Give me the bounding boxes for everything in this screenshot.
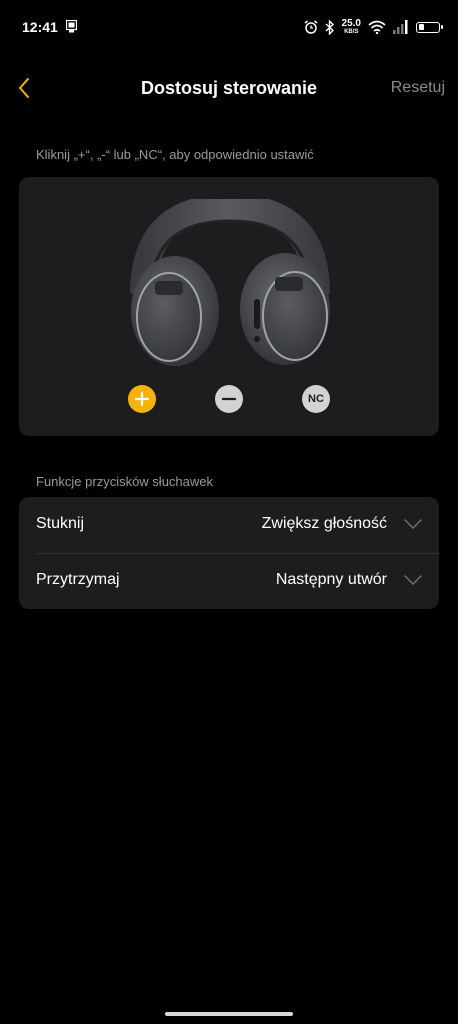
headphones-control-card: NC: [19, 177, 439, 436]
status-icons: 25.0 KB/S: [304, 16, 443, 38]
row-value: Następny utwór: [275, 571, 387, 588]
plus-icon: [135, 392, 149, 406]
chevron-down-icon: [404, 575, 422, 585]
wifi-icon: [368, 20, 386, 34]
row-label: Przytrzymaj: [36, 571, 120, 588]
header: Dostosuj sterowanie Resetuj: [0, 70, 458, 106]
plus-control-button[interactable]: [128, 385, 156, 413]
minus-control-button[interactable]: [215, 385, 243, 413]
alarm-icon: [304, 20, 317, 34]
signal-icon: [393, 20, 408, 34]
button-functions-list: Stuknij Zwiększ głośność Przytrzymaj Nas…: [19, 497, 439, 609]
nc-control-button[interactable]: NC: [302, 385, 330, 413]
headphones-image: [130, 199, 330, 366]
network-speed: 25.0 KB/S: [341, 18, 361, 36]
section-title: Funkcje przycisków słuchawek: [36, 474, 214, 489]
row-label: Stuknij: [36, 515, 85, 532]
page-title: Dostosuj sterowanie: [140, 78, 318, 98]
status-bar: 12:41 25.0 KB/S: [0, 0, 458, 56]
status-time: 12:41: [22, 19, 58, 35]
row-value: Zwiększ głośność: [261, 515, 387, 532]
chevron-down-icon: [404, 519, 422, 529]
battery-icon: [416, 21, 443, 33]
minus-icon: [222, 397, 236, 401]
list-item-hold[interactable]: Przytrzymaj Następny utwór: [19, 553, 439, 609]
home-indicator[interactable]: [165, 1012, 293, 1016]
instruction-text: Kliknij „+“, „-“ lub „NC“, aby odpowiedn…: [36, 147, 314, 162]
bluetooth-icon: [325, 19, 334, 35]
reset-button[interactable]: Resetuj: [391, 79, 445, 97]
list-item-tap[interactable]: Stuknij Zwiększ głośność: [19, 497, 439, 554]
notification-app-icon: [66, 20, 77, 33]
